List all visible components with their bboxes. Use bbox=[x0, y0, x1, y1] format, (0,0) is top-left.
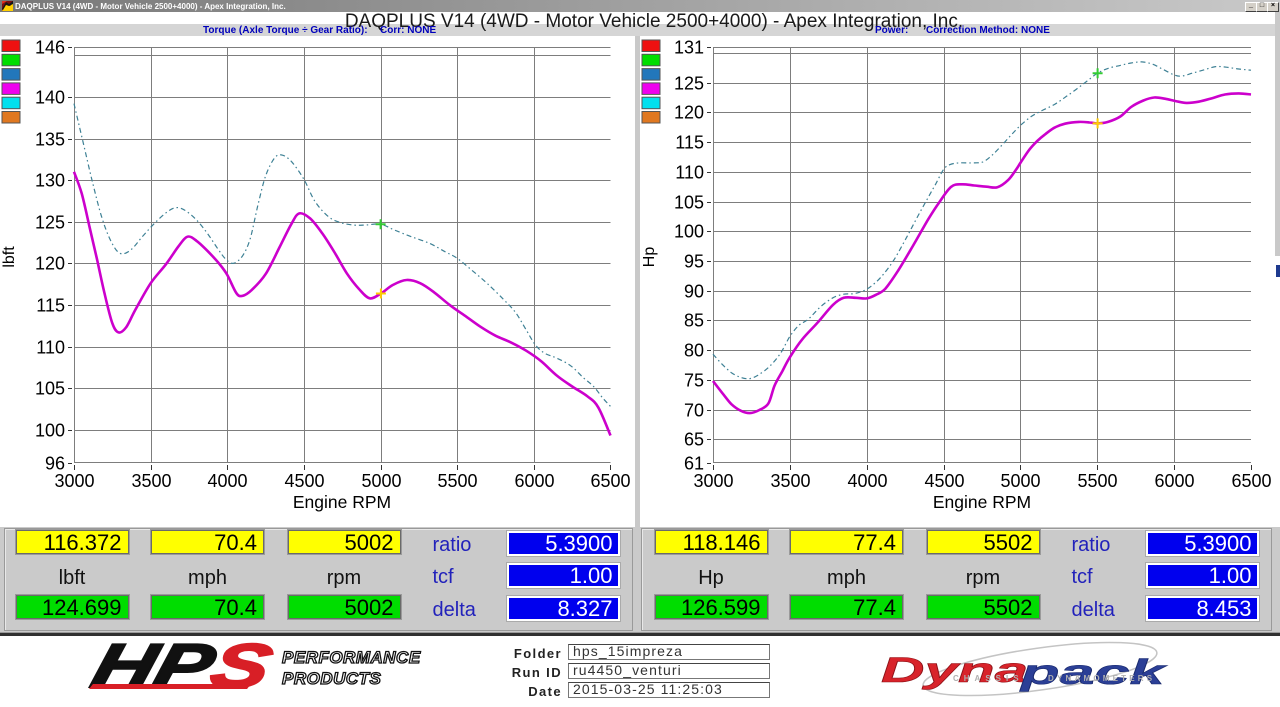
svg-text:110: 110 bbox=[36, 338, 65, 358]
svg-text:Engine RPM: Engine RPM bbox=[293, 492, 391, 512]
svg-text:5500: 5500 bbox=[437, 471, 477, 491]
svg-text:85: 85 bbox=[684, 311, 704, 331]
svg-text:131: 131 bbox=[674, 38, 704, 58]
svg-text:5500: 5500 bbox=[1077, 471, 1117, 491]
svg-text:90: 90 bbox=[684, 282, 704, 302]
svg-text:125: 125 bbox=[674, 74, 704, 94]
svg-text:130: 130 bbox=[35, 171, 65, 191]
svg-text:6000: 6000 bbox=[514, 471, 554, 491]
svg-text:6500: 6500 bbox=[1231, 471, 1271, 491]
svg-text:4000: 4000 bbox=[847, 471, 887, 491]
svg-text:125: 125 bbox=[35, 213, 65, 233]
svg-text:100: 100 bbox=[674, 222, 704, 242]
svg-text:Engine RPM: Engine RPM bbox=[933, 492, 1031, 512]
svg-text:6000: 6000 bbox=[1154, 471, 1194, 491]
svg-text:3500: 3500 bbox=[131, 471, 171, 491]
svg-text:120: 120 bbox=[35, 254, 65, 274]
svg-text:4500: 4500 bbox=[284, 471, 324, 491]
svg-text:3000: 3000 bbox=[54, 471, 94, 491]
svg-text:146: 146 bbox=[35, 38, 65, 58]
svg-text:65: 65 bbox=[684, 430, 704, 450]
svg-text:CHASSIS: CHASSIS bbox=[953, 674, 1024, 683]
svg-text:75: 75 bbox=[684, 371, 704, 391]
svg-text:4500: 4500 bbox=[924, 471, 964, 491]
svg-text:Hp: Hp bbox=[641, 247, 658, 268]
svg-text:140: 140 bbox=[35, 88, 65, 108]
svg-text:lbft: lbft bbox=[1, 246, 18, 268]
svg-text:100: 100 bbox=[35, 421, 65, 441]
svg-text:Dyna: Dyna bbox=[881, 651, 1028, 690]
svg-text:5000: 5000 bbox=[361, 471, 401, 491]
svg-text:105: 105 bbox=[674, 193, 704, 213]
svg-text:70: 70 bbox=[684, 401, 704, 421]
svg-text:105: 105 bbox=[35, 379, 65, 399]
svg-text:135: 135 bbox=[35, 130, 65, 150]
svg-text:4000: 4000 bbox=[207, 471, 247, 491]
svg-text:115: 115 bbox=[675, 133, 704, 153]
svg-text:3500: 3500 bbox=[770, 471, 810, 491]
svg-text:6500: 6500 bbox=[590, 471, 630, 491]
svg-text:5000: 5000 bbox=[1000, 471, 1040, 491]
svg-text:pack: pack bbox=[1019, 652, 1168, 691]
svg-text:3000: 3000 bbox=[693, 471, 733, 491]
svg-text:120: 120 bbox=[674, 103, 704, 123]
svg-text:DYNAMOMETERS: DYNAMOMETERS bbox=[1048, 674, 1155, 683]
svg-text:110: 110 bbox=[675, 163, 704, 183]
svg-text:80: 80 bbox=[684, 341, 704, 361]
svg-text:95: 95 bbox=[684, 252, 704, 272]
svg-text:115: 115 bbox=[36, 296, 65, 316]
